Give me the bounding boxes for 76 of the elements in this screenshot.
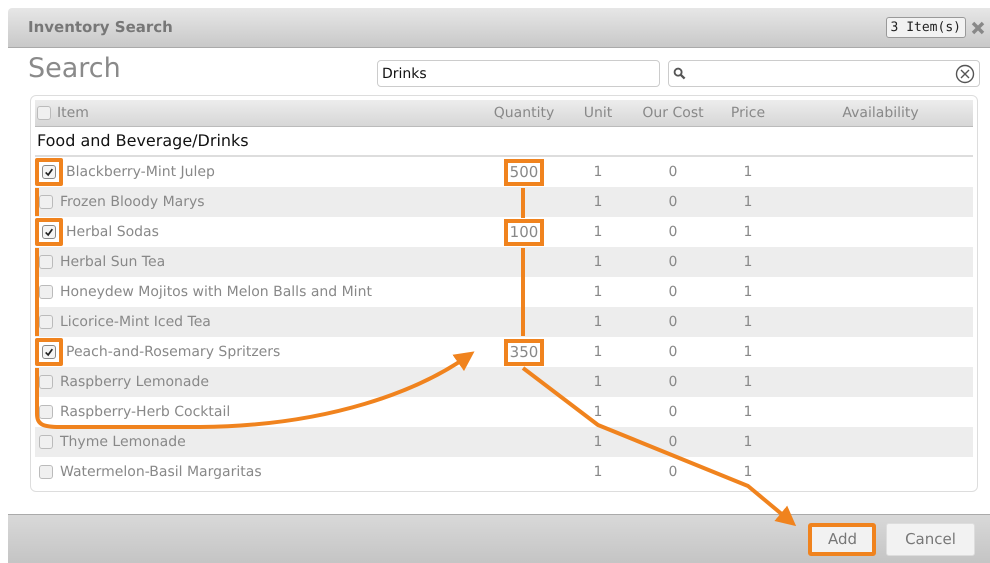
row-checkbox[interactable] [39, 285, 53, 299]
table-cell-text: 1 [592, 252, 604, 272]
table-cell-text: 1 [742, 312, 754, 332]
category-field[interactable]: Drinks [377, 60, 660, 87]
row-checkbox[interactable] [39, 405, 53, 419]
table-cell-text: 1 [742, 282, 754, 302]
row-checkbox[interactable] [39, 465, 53, 479]
table-cell-text: 1 [742, 372, 754, 392]
table-cell-text: 1 [592, 162, 604, 182]
table-cell-text: 1 [592, 192, 604, 212]
column-header: Our Cost [641, 104, 705, 122]
table-cell-text: 1 [592, 432, 604, 452]
table-cell-text: 1 [592, 402, 604, 422]
table-cell-text: 1 [742, 432, 754, 452]
table-cell-text: 0 [668, 432, 678, 452]
window-title: Inventory Search [28, 17, 173, 38]
table-cell-text: 0 [668, 312, 678, 332]
row-checkbox[interactable] [42, 165, 56, 179]
table-cell-text: 1 [592, 372, 604, 392]
column-header: Quantity [492, 104, 556, 122]
item-count-badge: 3 Item(s) [886, 16, 966, 38]
search-icon [673, 67, 686, 80]
table-cell-text: 0 [668, 462, 678, 482]
row-checkbox[interactable] [39, 255, 53, 269]
table-cell-text: 1 [742, 342, 754, 362]
row-checkbox[interactable] [42, 345, 56, 359]
table-cell-text: 1 [742, 402, 754, 422]
table-cell-text: 1 [742, 162, 754, 182]
table-cell-text: 1 [742, 252, 754, 272]
add-button[interactable]: Add [808, 522, 876, 556]
search-field[interactable] [668, 60, 980, 87]
table-cell-text: 0 [668, 282, 678, 302]
close-icon[interactable] [970, 20, 986, 36]
table-cell-text: 0 [668, 162, 678, 182]
row-checkbox[interactable] [39, 315, 53, 329]
item-name: Herbal Sodas [66, 222, 159, 242]
item-name: Honeydew Mojitos with Melon Balls and Mint [60, 282, 372, 302]
item-name: Frozen Bloody Marys [60, 192, 205, 212]
item-name: Watermelon-Basil Margaritas [60, 462, 262, 482]
item-name: Raspberry-Herb Cocktail [60, 402, 230, 422]
row-checkbox[interactable] [39, 435, 53, 449]
clear-icon[interactable] [955, 64, 975, 84]
table-cell-text: 1 [592, 222, 604, 242]
table-cell-text: 1 [592, 312, 604, 332]
quantity-value[interactable]: 100 [504, 218, 544, 246]
select-all-checkbox[interactable] [37, 106, 51, 120]
table-cell-text: 1 [592, 282, 604, 302]
search-heading: Search [28, 52, 122, 86]
table-cell-text: 1 [592, 342, 604, 362]
row-checkbox[interactable] [42, 225, 56, 239]
row-checkbox[interactable] [39, 195, 53, 209]
row-checkbox[interactable] [39, 375, 53, 389]
table-cell-text: 1 [742, 222, 754, 242]
column-header: Item [57, 104, 89, 122]
group-heading: Food and Beverage/Drinks [37, 130, 249, 152]
item-name: Thyme Lemonade [60, 432, 186, 452]
table-cell-text: 0 [668, 252, 678, 272]
table-cell-text: 1 [742, 462, 754, 482]
table-cell-text: 0 [668, 222, 678, 242]
table-cell-text: 0 [668, 402, 678, 422]
item-name: Blackberry-Mint Julep [66, 162, 215, 182]
column-header: Unit [582, 104, 614, 122]
table-cell-text: 1 [742, 192, 754, 212]
item-name: Raspberry Lemonade [60, 372, 210, 392]
quantity-value[interactable]: 350 [504, 338, 544, 366]
column-header: Price [730, 104, 766, 122]
table-cell-text: 0 [668, 342, 678, 362]
item-name: Licorice-Mint Iced Tea [60, 312, 211, 332]
table-cell-text: 0 [668, 192, 678, 212]
item-name: Herbal Sun Tea [60, 252, 166, 272]
cancel-button[interactable]: Cancel [886, 522, 975, 556]
item-name: Peach-and-Rosemary Spritzers [66, 342, 280, 362]
quantity-value[interactable]: 500 [504, 158, 544, 186]
column-header: Availability [841, 104, 920, 122]
table-cell-text: 1 [592, 462, 604, 482]
table-cell-text: 0 [668, 372, 678, 392]
